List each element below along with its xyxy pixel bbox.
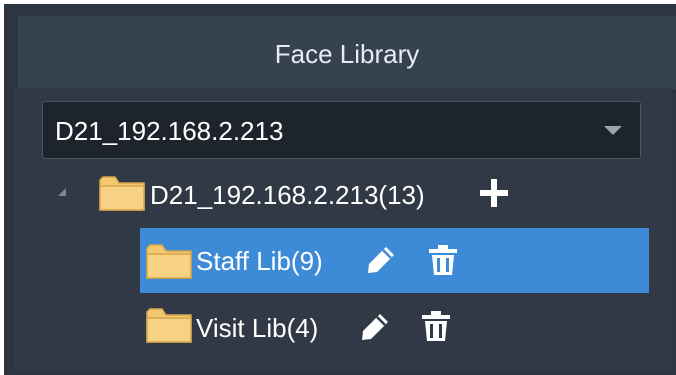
folder-icon: [99, 176, 145, 211]
tree-expand-icon[interactable]: [58, 188, 66, 196]
device-select[interactable]: D21_192.168.2.213: [42, 101, 641, 159]
edit-icon[interactable]: [364, 243, 398, 277]
device-select-value: D21_192.168.2.213: [55, 116, 284, 146]
chevron-down-icon[interactable]: [604, 126, 622, 135]
delete-icon[interactable]: [427, 243, 459, 277]
tree-root-label[interactable]: D21_192.168.2.213(13): [150, 179, 425, 211]
edit-icon[interactable]: [358, 310, 392, 344]
folder-icon: [146, 308, 192, 343]
panel-header: Face Library: [18, 16, 676, 91]
add-icon[interactable]: [478, 177, 510, 209]
tree-item-label[interactable]: Staff Lib(9): [196, 245, 323, 277]
tree-item-label[interactable]: Visit Lib(4): [196, 312, 318, 344]
delete-icon[interactable]: [420, 309, 452, 343]
panel-title: Face Library: [274, 39, 420, 69]
folder-icon: [146, 244, 192, 279]
